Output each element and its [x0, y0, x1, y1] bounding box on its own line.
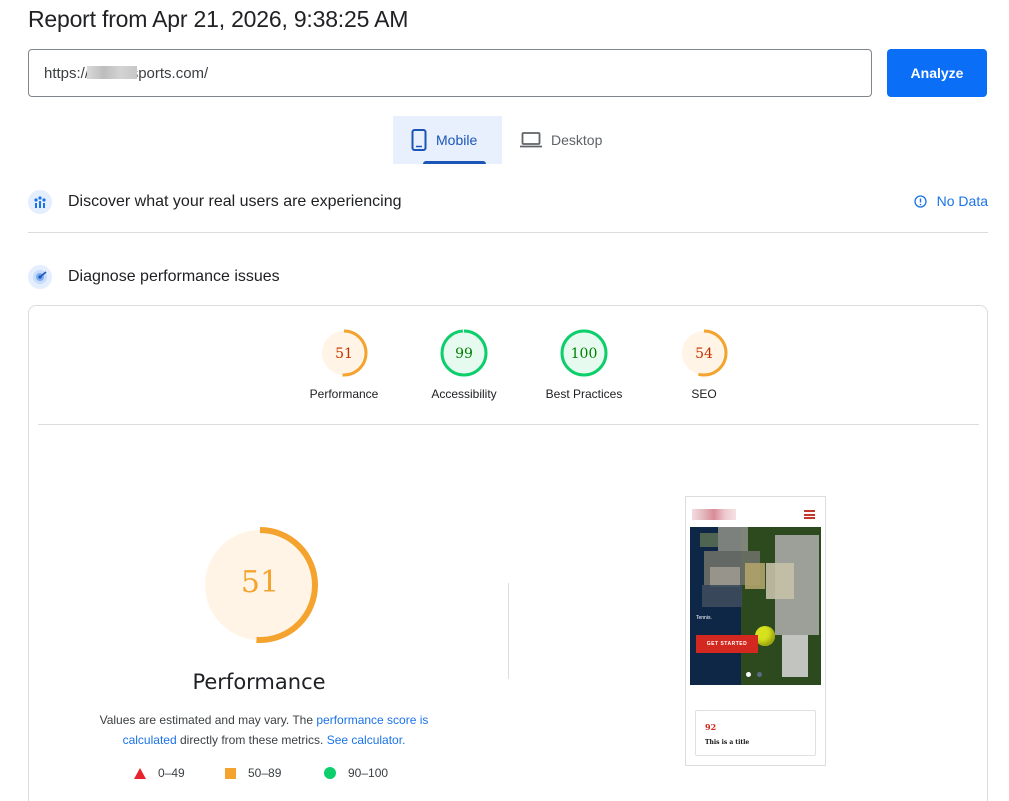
hero-image: Tennis. GET STARTED	[690, 527, 821, 685]
report-title: Report from Apr 21, 2026, 9:38:25 AM	[28, 6, 409, 32]
card-number: 92	[705, 722, 717, 732]
legend-average: 50–89	[225, 766, 281, 780]
url-input[interactable]	[28, 49, 872, 97]
gauge-label: Performance	[309, 387, 379, 401]
tab-desktop-label: Desktop	[551, 132, 603, 148]
gauge-label: Best Practices	[545, 387, 623, 401]
legend-pass-label: 90–100	[348, 766, 389, 780]
score-gauge-icon: 99	[440, 329, 488, 377]
pixelated-figure	[782, 635, 808, 677]
info-icon	[913, 194, 927, 208]
legend-pass: 90–100	[324, 766, 388, 780]
pixelated-figure	[766, 563, 794, 599]
tab-mobile-label: Mobile	[436, 132, 478, 148]
gauge-score: 54	[695, 346, 713, 362]
tab-desktop[interactable]: Desktop	[502, 116, 622, 164]
legend-fail-label: 0–49	[158, 766, 185, 780]
performance-description: Values are estimated and may vary. The p…	[74, 710, 454, 750]
legend-fail: 0–49	[134, 766, 185, 780]
site-logo	[692, 509, 736, 520]
circle-icon	[324, 767, 336, 779]
gauge-label: Accessibility	[431, 387, 497, 401]
url-redaction	[87, 66, 137, 79]
category-gauge-performance[interactable]: 51 Performance	[284, 328, 404, 401]
performance-gauge: 51	[199, 524, 321, 651]
gauge-score: 100	[571, 346, 598, 362]
hamburger-menu-icon	[804, 510, 815, 519]
pixelated-figure	[710, 567, 740, 587]
laptop-icon	[520, 132, 542, 148]
field-data-title: Discover what your real users are experi…	[68, 193, 402, 210]
device-tabs: Mobile Desktop	[393, 116, 622, 164]
users-chart-icon	[28, 190, 52, 214]
pixelated-figure	[702, 585, 742, 607]
square-icon	[225, 767, 236, 779]
page-screenshot[interactable]: Tennis. GET STARTED 92 This is a title	[685, 496, 826, 766]
pixelated-figure	[700, 533, 718, 547]
hero-small-text: Tennis.	[696, 615, 712, 621]
no-data-label: No Data	[936, 193, 988, 209]
performance-desc-prefix: Values are estimated and may vary. The	[99, 713, 317, 727]
analyze-button[interactable]: Analyze	[887, 49, 987, 97]
tennis-ball	[755, 626, 775, 646]
performance-title: Performance	[192, 670, 326, 694]
category-gauge-best-practices[interactable]: 100 Best Practices	[524, 328, 644, 401]
phone-icon	[411, 129, 427, 151]
gauge-label: SEO	[691, 387, 717, 401]
card-divider	[38, 424, 979, 425]
carousel-dots	[746, 672, 768, 677]
see-calculator-link[interactable]: See calculator.	[327, 733, 406, 747]
score-gauge-icon: 54	[680, 329, 728, 377]
card-title: This is a title	[705, 739, 750, 746]
no-data-link[interactable]: No Data	[913, 193, 988, 209]
radar-icon	[28, 265, 52, 289]
triangle-icon	[134, 767, 146, 779]
legend-average-label: 50–89	[248, 766, 282, 780]
vertical-separator	[508, 583, 509, 679]
content-card: 92 This is a title	[695, 710, 816, 756]
tab-mobile[interactable]: Mobile	[393, 116, 502, 164]
pixelated-figure	[718, 527, 748, 551]
field-data-section: Discover what your real users are experi…	[28, 187, 988, 217]
score-gauge-icon: 100	[560, 329, 608, 377]
lab-data-card: 51 Performance 99 Accessibility 100 Best Prac…	[28, 305, 988, 801]
lab-data-section: Diagnose performance issues	[28, 262, 988, 292]
category-gauge-seo[interactable]: 54 SEO	[644, 328, 764, 401]
performance-gauge-score: 51	[241, 565, 279, 600]
category-gauges: 51 Performance 99 Accessibility 100 Best Prac…	[284, 328, 764, 401]
performance-desc-middle: directly from these metrics.	[176, 733, 327, 747]
gauge-score: 51	[335, 346, 353, 362]
lab-data-title: Diagnose performance issues	[68, 268, 280, 285]
section-divider	[28, 232, 988, 233]
get-started-button: GET STARTED	[696, 635, 758, 653]
pixelated-figure	[745, 563, 765, 589]
gauge-score: 99	[455, 346, 473, 362]
category-gauge-accessibility[interactable]: 99 Accessibility	[404, 328, 524, 401]
score-gauge-icon: 51	[320, 329, 368, 377]
